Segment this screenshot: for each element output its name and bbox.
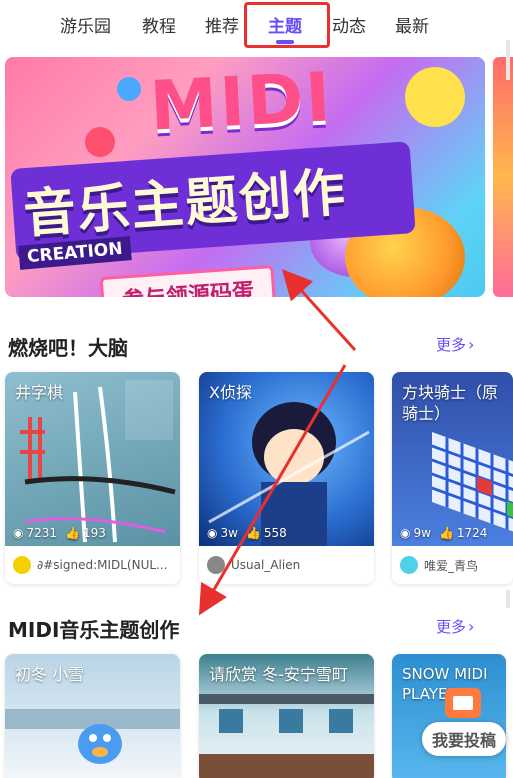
avatar	[13, 556, 31, 574]
chevron-right-icon: ›	[468, 617, 475, 636]
tab-tutorial[interactable]: 教程	[142, 12, 176, 37]
card-author-row: 唯爱_青鸟	[392, 546, 513, 584]
card-title: 方块骑士（原骑士）	[402, 383, 499, 423]
section-title-midi: MIDI音乐主题创作	[8, 618, 180, 642]
section-title-brain: 燃烧吧！大脑	[8, 336, 128, 360]
view-count: 9w	[413, 526, 431, 540]
card-thumbnail: 初冬 小雪	[5, 654, 180, 778]
author-name: Usual_Alien	[231, 558, 301, 572]
midi-theme-banner[interactable]: MIDI 音乐主题创作 CREATION 参与领源码蛋	[5, 57, 485, 297]
submit-post-button[interactable]: 我要投稿	[422, 722, 506, 756]
tab-playground[interactable]: 游乐园	[60, 12, 111, 37]
like-count: 558	[263, 526, 287, 540]
avatar	[400, 556, 418, 574]
card-title: 请欣赏 冬-安宁雪町	[209, 665, 348, 684]
card-thumbnail: 方块骑士（原骑士） ◉ 9w 👍 1724	[392, 372, 513, 546]
author-name: 唯爱_青鸟	[424, 558, 479, 573]
section-brain-more-link[interactable]: 更多 ›	[436, 334, 474, 355]
card-winter-town[interactable]: 请欣赏 冬-安宁雪町	[199, 654, 374, 778]
section-midi-more-link[interactable]: 更多 ›	[436, 616, 474, 637]
thumbs-up-icon: 👍	[65, 526, 80, 540]
balloon-decoration	[85, 127, 115, 157]
avatar	[207, 556, 225, 574]
more-label: 更多	[436, 618, 467, 636]
top-tab-bar: 游乐园 教程 推荐 主题 动态 最新	[0, 0, 513, 50]
banner-subtitle: 参与领源码蛋	[99, 264, 277, 297]
more-label: 更多	[436, 336, 467, 354]
scrollbar[interactable]	[506, 40, 510, 80]
card-author-row: Usual_Alien	[199, 546, 374, 584]
scrollbar[interactable]	[506, 590, 510, 608]
view-count: 3w	[220, 526, 238, 540]
card-x-detective[interactable]: X侦探 ◉ 3w 👍 558 Usual_Alien	[199, 372, 374, 584]
eye-icon: ◉	[400, 526, 411, 540]
card-stats: ◉ 7231 👍 193	[13, 526, 106, 540]
like-count: 193	[82, 526, 106, 540]
chevron-right-icon: ›	[468, 335, 475, 354]
tab-activity[interactable]: 动态	[332, 12, 366, 37]
next-banner-peek[interactable]	[493, 57, 513, 297]
card-early-winter[interactable]: 初冬 小雪	[5, 654, 180, 778]
thumbs-up-icon: 👍	[245, 526, 261, 540]
character-decoration	[405, 67, 465, 127]
tab-recommend[interactable]: 推荐	[205, 12, 239, 37]
mailbox-icon	[445, 688, 481, 718]
like-count: 1724	[456, 526, 488, 540]
card-thumbnail: X侦探 ◉ 3w 👍 558	[199, 372, 374, 546]
eye-icon: ◉	[207, 526, 218, 540]
card-tic-tac-toe[interactable]: 井字棋 ◉ 7231 👍 193 ∂#signed:MIDL(NUL...	[5, 372, 180, 584]
tab-highlight-box	[244, 2, 330, 48]
card-thumbnail: 请欣赏 冬-安宁雪町	[199, 654, 374, 778]
card-author-row: ∂#signed:MIDL(NUL...	[5, 546, 180, 584]
thumbs-up-icon: 👍	[438, 526, 454, 540]
eye-icon: ◉	[13, 526, 24, 540]
card-title: 初冬 小雪	[15, 665, 85, 684]
card-cube-knight[interactable]: 方块骑士（原骑士） ◉ 9w 👍 1724 唯爱_青鸟	[392, 372, 513, 584]
card-stats: ◉ 9w 👍 1724	[400, 526, 487, 540]
card-title: 井字棋	[15, 383, 64, 402]
view-count: 7231	[26, 526, 58, 540]
tab-latest[interactable]: 最新	[395, 12, 429, 37]
card-thumbnail: 井字棋 ◉ 7231 👍 193	[5, 372, 180, 546]
banner-midi-text: MIDI	[148, 58, 335, 147]
card-stats: ◉ 3w 👍 558	[207, 526, 287, 540]
author-name: ∂#signed:MIDL(NUL...	[37, 558, 168, 572]
card-title: X侦探	[209, 383, 252, 402]
balloon-decoration	[117, 77, 141, 101]
